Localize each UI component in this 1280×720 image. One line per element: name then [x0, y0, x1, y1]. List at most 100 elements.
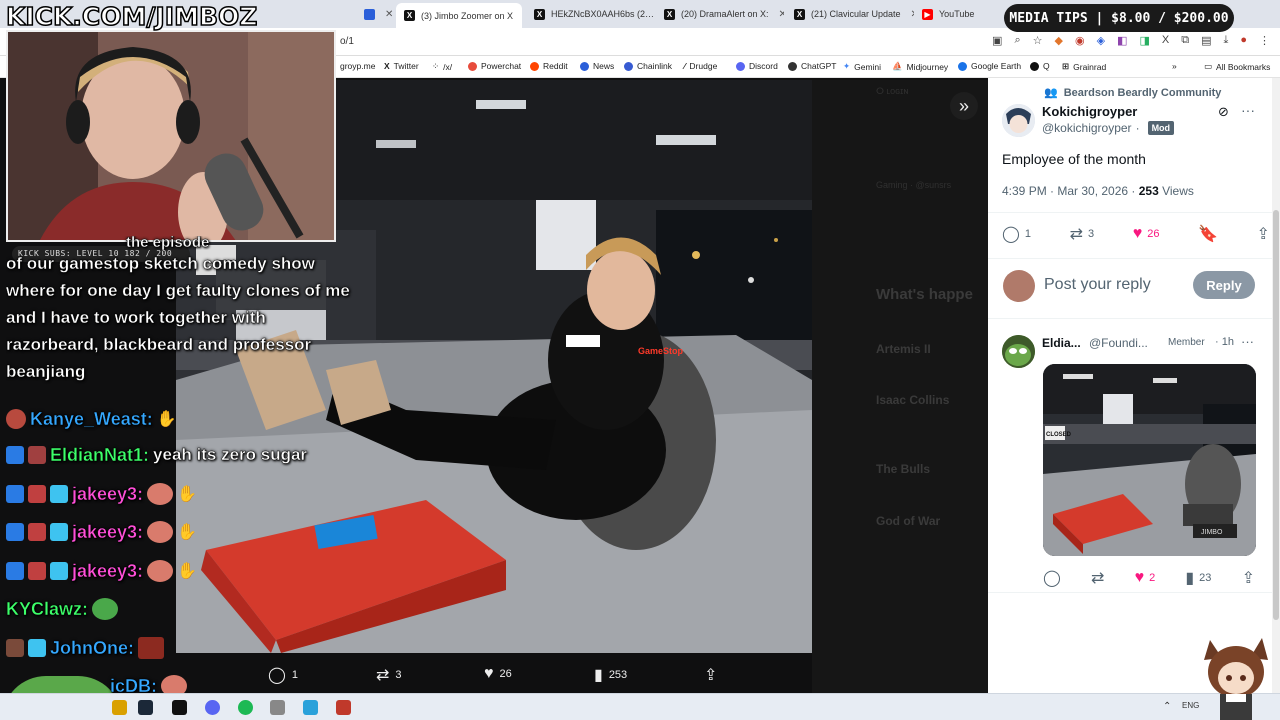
- language-indicator[interactable]: ENG: [1182, 701, 1199, 710]
- more-icon[interactable]: ⋮: [1259, 34, 1270, 47]
- like-button[interactable]: ♥ 2: [1135, 568, 1156, 588]
- dim-gaming: Gaming · @sunsrs: [876, 180, 952, 190]
- spotify-icon[interactable]: [238, 700, 253, 715]
- bookmark-item[interactable]: Discord: [736, 61, 778, 71]
- more-icon[interactable]: ···: [1241, 102, 1255, 118]
- author-avatar[interactable]: [1002, 104, 1035, 137]
- browser-tab-2[interactable]: X HEkZNcBX0AAH6bs (2… ✕: [526, 4, 654, 24]
- steam-icon[interactable]: [138, 700, 153, 715]
- reply-button[interactable]: ◯: [1043, 568, 1061, 588]
- bookmark-item[interactable]: News: [580, 61, 614, 71]
- repost-action[interactable]: ⇄ 3: [376, 665, 402, 685]
- bookmark-item[interactable]: ⊞ Grainrad: [1062, 61, 1106, 72]
- bookmark-item[interactable]: ChatGPT: [788, 61, 836, 71]
- bookmark-item[interactable]: ⛵ Midjourney: [892, 61, 948, 72]
- bookmark-item[interactable]: Chainlink: [624, 61, 672, 71]
- chainlink-icon: [624, 61, 633, 71]
- browser-tab-active[interactable]: X (3) Jimbo Zoomer on X ✕: [396, 3, 522, 28]
- puzzle-icon[interactable]: ⧉: [1181, 34, 1189, 47]
- like-action[interactable]: ♥ 26: [484, 665, 512, 683]
- download-icon[interactable]: ⤓: [1223, 34, 1228, 47]
- emote-icon: [6, 409, 26, 429]
- extension-icon[interactable]: ◉: [1075, 34, 1085, 47]
- url-field[interactable]: o/1: [340, 36, 354, 47]
- telegram-icon[interactable]: [303, 700, 318, 715]
- bookmark-item[interactable]: Reddit: [530, 61, 568, 71]
- emote-icon: [92, 598, 119, 620]
- bookmark-item[interactable]: Powerchat: [468, 61, 521, 71]
- terminal-icon[interactable]: [172, 700, 187, 715]
- chat-line: EldianNat1: yeah its zero sugar: [6, 442, 307, 468]
- emote-icon: [147, 483, 174, 505]
- reply-author-name[interactable]: Eldia...: [1042, 336, 1081, 350]
- share-button[interactable]: ⇪: [1242, 568, 1255, 588]
- star-icon[interactable]: ☆: [1033, 34, 1043, 47]
- sidepanel-icon[interactable]: ▤: [1201, 34, 1211, 47]
- divider: [988, 258, 1272, 259]
- bookmark-item[interactable]: ✦ Gemini: [843, 61, 881, 72]
- screenshot-icon[interactable]: ▣: [992, 34, 1002, 47]
- tray-chevron-icon[interactable]: ⌃: [1163, 701, 1171, 712]
- bookmark-item[interactable]: ⁘/x/: [432, 61, 452, 72]
- browser-tab-5[interactable]: ▶ YouTube: [914, 4, 998, 24]
- browser-tab-4[interactable]: X (21) Clavicular Update ✕: [786, 4, 914, 24]
- tweet-timestamp[interactable]: 4:39 PM · Mar 30, 2026 ·: [1002, 184, 1139, 198]
- expand-sidebar-button[interactable]: »: [950, 92, 978, 120]
- close-icon[interactable]: ✕: [385, 9, 393, 20]
- gemini-icon: ✦: [843, 61, 851, 71]
- scrollbar-thumb[interactable]: [1273, 210, 1279, 620]
- zoom-icon[interactable]: ⌕: [1014, 34, 1020, 47]
- app-icon[interactable]: [336, 700, 351, 715]
- x-logo-icon[interactable]: X: [1162, 34, 1169, 47]
- x-logo-icon: X: [794, 8, 805, 20]
- bookmark-button[interactable]: 🔖: [1198, 224, 1218, 244]
- repost-button[interactable]: ⇄ 3: [1070, 224, 1095, 244]
- reply-input[interactable]: Post your reply: [1044, 276, 1151, 294]
- share-button[interactable]: ⇪: [1257, 224, 1270, 244]
- repost-button[interactable]: ⇄: [1091, 568, 1104, 588]
- like-button[interactable]: ♥ 26: [1133, 224, 1160, 244]
- reply-time[interactable]: · 1h: [1215, 336, 1234, 348]
- author-name[interactable]: Kokichigroyper: [1042, 104, 1137, 119]
- all-bookmarks[interactable]: ▭ All Bookmarks: [1204, 61, 1270, 72]
- close-icon[interactable]: ✕: [779, 9, 784, 20]
- bookmark-item[interactable]: Q: [1030, 61, 1050, 71]
- reply-button[interactable]: ◯ 1: [1002, 224, 1031, 244]
- share-action[interactable]: ⇪: [704, 665, 717, 685]
- folder-icon[interactable]: [112, 700, 127, 715]
- webcam-overlay: [6, 30, 336, 242]
- browser-tab-0[interactable]: ✕: [356, 4, 396, 24]
- reply-author-handle[interactable]: @Foundi...: [1089, 336, 1148, 350]
- reply-action[interactable]: ◯ 1: [268, 665, 298, 685]
- views-action[interactable]: ▮ 253: [594, 665, 627, 685]
- profile-icon[interactable]: ●: [1240, 34, 1247, 47]
- bookmarks-overflow[interactable]: »: [1172, 61, 1177, 71]
- extension-icon[interactable]: ◨: [1139, 34, 1149, 47]
- chat-username: KYClawz:: [6, 598, 89, 619]
- app-icon[interactable]: [270, 700, 285, 715]
- diamond-badge-icon: [50, 562, 68, 580]
- browser-tab-3[interactable]: X (20) DramaAlert on X: ✕: [656, 4, 784, 24]
- badge-icon: [6, 523, 24, 541]
- discord-icon[interactable]: [205, 700, 220, 715]
- bookmark-item[interactable]: ⁄ Drudge: [684, 61, 717, 71]
- bookmark-item[interactable]: groyp.me: [340, 61, 375, 71]
- reply-author-avatar[interactable]: [1002, 335, 1035, 368]
- author-handle[interactable]: @kokichigroyper: [1042, 121, 1132, 135]
- bookmark-item[interactable]: X Twitter: [384, 61, 419, 71]
- reply-submit-button[interactable]: Reply: [1193, 271, 1255, 299]
- views-label: Views: [1158, 184, 1194, 198]
- discord-icon: [736, 61, 745, 71]
- community-label[interactable]: 👥 Beardson Beardly Community: [1044, 86, 1221, 100]
- scrollbar[interactable]: [1272, 78, 1280, 693]
- extension-icon[interactable]: ◧: [1117, 34, 1127, 47]
- views-button[interactable]: ▮ 23: [1185, 568, 1211, 588]
- badge-icon: [6, 639, 24, 657]
- bookmark-item[interactable]: Google Earth: [958, 61, 1021, 71]
- extension-icon[interactable]: ◈: [1097, 34, 1105, 47]
- more-icon[interactable]: ···: [1241, 334, 1254, 349]
- dim-trend: God of War: [876, 514, 941, 528]
- grok-icon[interactable]: ⊘: [1218, 104, 1229, 120]
- reply-image[interactable]: CLOSED JIMBO: [1043, 364, 1256, 556]
- extension-icon[interactable]: ◆: [1055, 34, 1063, 47]
